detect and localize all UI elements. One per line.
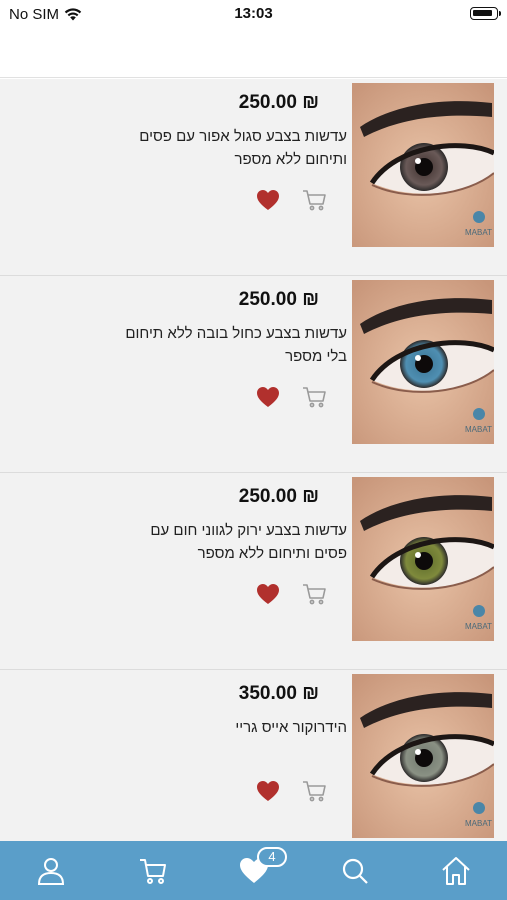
svg-text:MABAT: MABAT bbox=[465, 425, 492, 434]
favorite-heart-icon[interactable] bbox=[256, 780, 280, 802]
product-row[interactable]: MABAT ₪ 250.00 עדשות בצבע סגול אפור עם פ… bbox=[0, 79, 507, 276]
product-image[interactable]: MABAT bbox=[352, 477, 494, 641]
product-image[interactable]: MABAT bbox=[352, 83, 494, 247]
user-icon[interactable] bbox=[35, 855, 67, 887]
product-price: ₪ 250.00 bbox=[238, 289, 319, 310]
product-row[interactable]: MABAT ₪ 250.00 עדשות בצבע ירוק לגווני חו… bbox=[0, 473, 507, 670]
search-icon[interactable] bbox=[339, 855, 371, 887]
add-to-cart-icon[interactable] bbox=[302, 779, 328, 803]
svg-text:MABAT: MABAT bbox=[465, 819, 492, 828]
product-description: עדשות בצבע ירוק לגווני חום עם פסים ותיחו… bbox=[150, 522, 347, 562]
product-image[interactable]: MABAT bbox=[352, 280, 494, 444]
product-row[interactable]: MABAT ₪ 250.00 עדשות בצבע כחול בובה ללא … bbox=[0, 276, 507, 473]
product-price: ₪ 350.00 bbox=[238, 683, 319, 704]
header-bar bbox=[0, 28, 507, 78]
cart-icon[interactable] bbox=[137, 855, 169, 887]
product-price: ₪ 250.00 bbox=[238, 92, 319, 113]
add-to-cart-icon[interactable] bbox=[302, 188, 328, 212]
bottom-nav bbox=[0, 841, 507, 900]
status-bar: No SIM 13:03 bbox=[0, 0, 507, 28]
favorite-heart-icon[interactable] bbox=[256, 583, 280, 605]
product-price: ₪ 250.00 bbox=[238, 486, 319, 507]
product-description: עדשות בצבע כחול בובה ללא תיחום בלי מספר bbox=[125, 325, 347, 365]
status-time: 13:03 bbox=[234, 5, 273, 22]
svg-text:MABAT: MABAT bbox=[465, 622, 492, 631]
add-to-cart-icon[interactable] bbox=[302, 385, 328, 409]
home-icon[interactable] bbox=[440, 855, 472, 887]
product-description: עדשות בצבע סגול אפור עם פסים ותיחום ללא … bbox=[139, 128, 347, 168]
add-to-cart-icon[interactable] bbox=[302, 582, 328, 606]
product-image[interactable]: MABAT bbox=[352, 674, 494, 838]
product-list[interactable]: MABAT ₪ 250.00 עדשות בצבע סגול אפור עם פ… bbox=[0, 79, 507, 841]
favorite-heart-icon[interactable] bbox=[256, 386, 280, 408]
favorites-count-badge: 4 bbox=[257, 847, 287, 867]
product-row[interactable]: MABAT ₪ 350.00 הידרוקור אייס גריי bbox=[0, 670, 507, 841]
battery-icon bbox=[470, 7, 501, 20]
product-description: הידרוקור אייס גריי bbox=[235, 719, 347, 736]
battery-fill bbox=[473, 10, 492, 16]
favorite-heart-icon[interactable] bbox=[256, 189, 280, 211]
svg-text:MABAT: MABAT bbox=[465, 228, 492, 237]
